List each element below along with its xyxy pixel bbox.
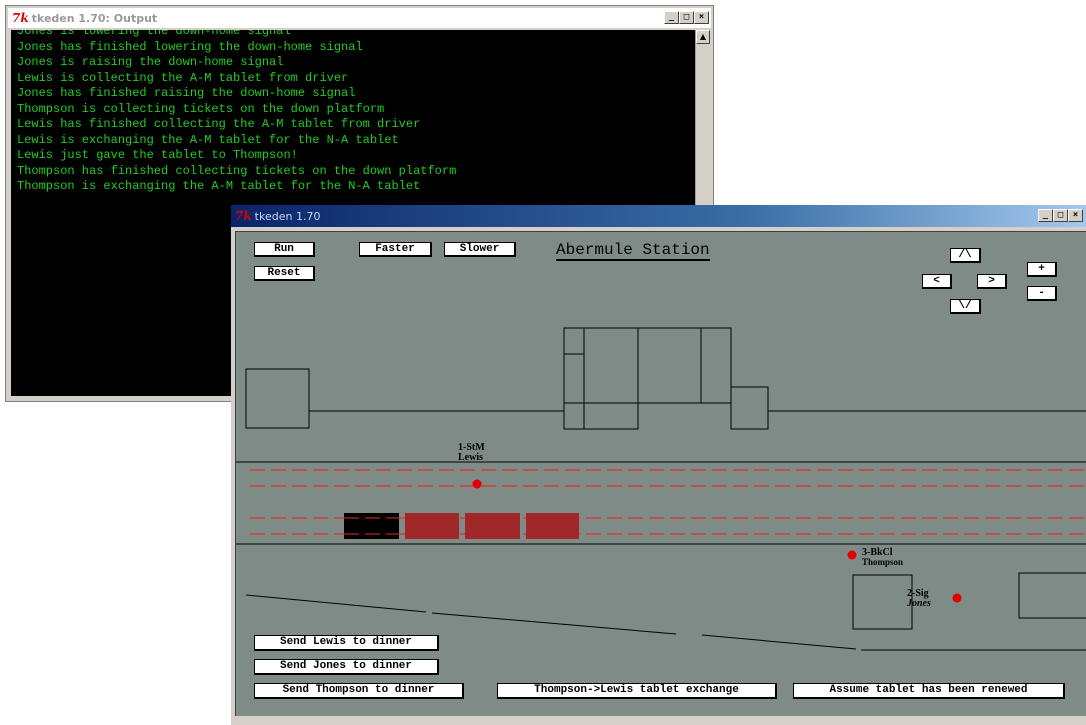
building-far-right bbox=[1018, 572, 1086, 619]
station-buildings bbox=[245, 327, 1086, 630]
console-line: Thompson has finished collecting tickets… bbox=[17, 163, 457, 178]
station-annex bbox=[563, 402, 639, 430]
console-line: Lewis has finished collecting the A-M ta… bbox=[17, 117, 421, 131]
run-button[interactable]: Run bbox=[254, 242, 315, 257]
main-window: 7k tkeden 1.70 _ □ × Run Reset Faster Sl… bbox=[231, 205, 1086, 725]
faster-button[interactable]: Faster bbox=[359, 242, 432, 257]
pan-right-button[interactable]: > bbox=[977, 274, 1007, 289]
console-line: Thompson is collecting tickets on the do… bbox=[17, 101, 385, 116]
station-title: Abermule Station bbox=[556, 241, 710, 261]
output-window-titlebar[interactable]: 7k tkeden 1.70: Output _ □ × bbox=[8, 8, 711, 28]
thompson-name-label: Thompson bbox=[862, 557, 904, 567]
lewis-marker[interactable] bbox=[472, 479, 482, 489]
carriage[interactable] bbox=[526, 513, 579, 539]
maximize-button[interactable]: □ bbox=[679, 11, 694, 24]
building-left bbox=[245, 368, 310, 429]
zoom-in-button[interactable]: + bbox=[1027, 262, 1057, 277]
console-line: Lewis just gave the tablet to Thompson! bbox=[17, 148, 298, 162]
assume-tablet-renewed-button[interactable]: Assume tablet has been renewed bbox=[793, 683, 1065, 699]
console-line: Lewis is exchanging the A-M tablet for t… bbox=[17, 132, 399, 147]
tkeden-logo-icon: 7k bbox=[12, 11, 29, 25]
reset-button[interactable]: Reset bbox=[254, 266, 315, 281]
close-button[interactable]: × bbox=[694, 11, 709, 24]
zoom-out-button[interactable]: - bbox=[1027, 286, 1057, 301]
console-line: Lewis is collecting the A-M tablet from … bbox=[17, 70, 349, 85]
console-line: Jones is raising the down-home signal bbox=[17, 55, 284, 69]
main-window-titlebar[interactable]: 7k tkeden 1.70 _ □ × bbox=[231, 205, 1086, 227]
console-line: Jones is lowering the down-home signal bbox=[17, 30, 291, 38]
minimize-button[interactable]: _ bbox=[1038, 209, 1053, 222]
pan-down-button[interactable]: \/ bbox=[950, 299, 981, 314]
minimize-button[interactable]: _ bbox=[664, 11, 679, 24]
maximize-button[interactable]: □ bbox=[1053, 209, 1068, 222]
train[interactable] bbox=[344, 513, 579, 539]
console-line: Jones has finished raising the down-home… bbox=[17, 86, 356, 100]
output-window-title: tkeden 1.70: Output bbox=[31, 11, 158, 25]
main-window-controls: _ □ × bbox=[1038, 209, 1083, 222]
slower-button[interactable]: Slower bbox=[444, 242, 516, 257]
send-lewis-to-dinner-button[interactable]: Send Lewis to dinner bbox=[254, 635, 439, 651]
close-button[interactable]: × bbox=[1068, 209, 1083, 222]
console-line: Jones has finished lowering the down-hom… bbox=[17, 39, 363, 54]
lewis-name-label: Lewis bbox=[458, 452, 483, 463]
send-jones-to-dinner-button[interactable]: Send Jones to dinner bbox=[254, 659, 439, 675]
station-canvas: Run Reset Faster Slower Abermule Station… bbox=[235, 231, 1086, 716]
tablet-exchange-button[interactable]: Thompson->Lewis tablet exchange bbox=[497, 683, 777, 699]
console-line: Thompson is exchanging the A-M tablet fo… bbox=[17, 179, 421, 193]
send-thompson-to-dinner-button[interactable]: Send Thompson to dinner bbox=[254, 683, 464, 699]
signal-box bbox=[730, 386, 769, 430]
thompson-marker[interactable] bbox=[847, 550, 857, 560]
jones-marker[interactable] bbox=[952, 593, 962, 603]
jones-name-label: Jones bbox=[907, 598, 931, 609]
station-building bbox=[563, 327, 732, 404]
main-window-title: tkeden 1.70 bbox=[254, 209, 321, 223]
building-right bbox=[852, 574, 913, 630]
tkeden-logo-icon: 7k bbox=[235, 209, 252, 223]
pan-left-button[interactable]: < bbox=[922, 274, 952, 289]
pan-up-button[interactable]: /\ bbox=[950, 248, 981, 263]
locomotive[interactable] bbox=[344, 513, 399, 539]
scroll-up-arrow-icon[interactable]: ▲ bbox=[696, 30, 710, 44]
carriage[interactable] bbox=[465, 513, 520, 539]
output-window-controls: _ □ × bbox=[664, 11, 709, 24]
carriage[interactable] bbox=[405, 513, 459, 539]
